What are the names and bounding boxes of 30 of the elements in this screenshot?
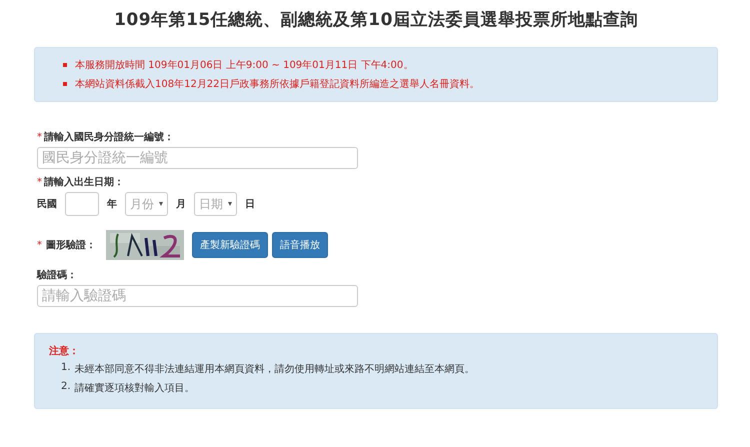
year-field[interactable] (65, 192, 99, 216)
era-label: 民國 (37, 198, 57, 211)
notice-title: 注意： (49, 344, 80, 358)
captcha-button[interactable]: 產製新驗證碼 (192, 232, 268, 258)
info-text: 本網站資料係截入108年12月22日戶政事務所依據戶籍登記資料所編造之選舉人名冊資料。 (75, 78, 480, 91)
required-mark: * (37, 240, 42, 250)
day-dropdown[interactable]: 日期 (194, 192, 237, 216)
notice-text: 請確實逐項核對輸入項目。 (74, 382, 195, 395)
info-text: 本服務開放時間 109年01月06日 上午9:00 ~ 109年01月11日 下午4:00。 (75, 58, 414, 72)
field-label: 圖形驗證： (46, 238, 96, 252)
caret-icon (228, 202, 232, 206)
item-number: 2. (61, 381, 71, 394)
page-title: 109年第15任總統、副總統及第10屆立法委員選舉投票所地點查詢 (113, 9, 639, 31)
required-mark: * (37, 132, 42, 142)
month-dropdown[interactable]: 月份 (125, 192, 168, 216)
bullet-icon (63, 63, 67, 67)
id-number-field[interactable]: 國民身分證統一編號 (37, 147, 358, 169)
unit-label: 日 (245, 198, 255, 211)
field-label: 請輸入出生日期： (44, 176, 124, 189)
field-label: 驗證碼： (37, 268, 77, 282)
item-number: 1. (61, 362, 71, 375)
unit-label: 年 (107, 198, 117, 211)
captcha-code-field[interactable]: 請輸入驗證碼 (37, 285, 358, 307)
required-mark: * (37, 176, 42, 188)
field-label: 請輸入國民身分證統一編號： (44, 130, 174, 144)
caret-icon (159, 202, 163, 206)
captcha-button[interactable]: 語音播放 (272, 232, 328, 258)
notice-text: 未經本部同意不得非法連結運用本網頁資料，請勿使用轉址或來路不明網站連結至本網頁。 (74, 362, 475, 376)
bullet-icon (63, 82, 67, 86)
unit-label: 月 (176, 198, 186, 211)
